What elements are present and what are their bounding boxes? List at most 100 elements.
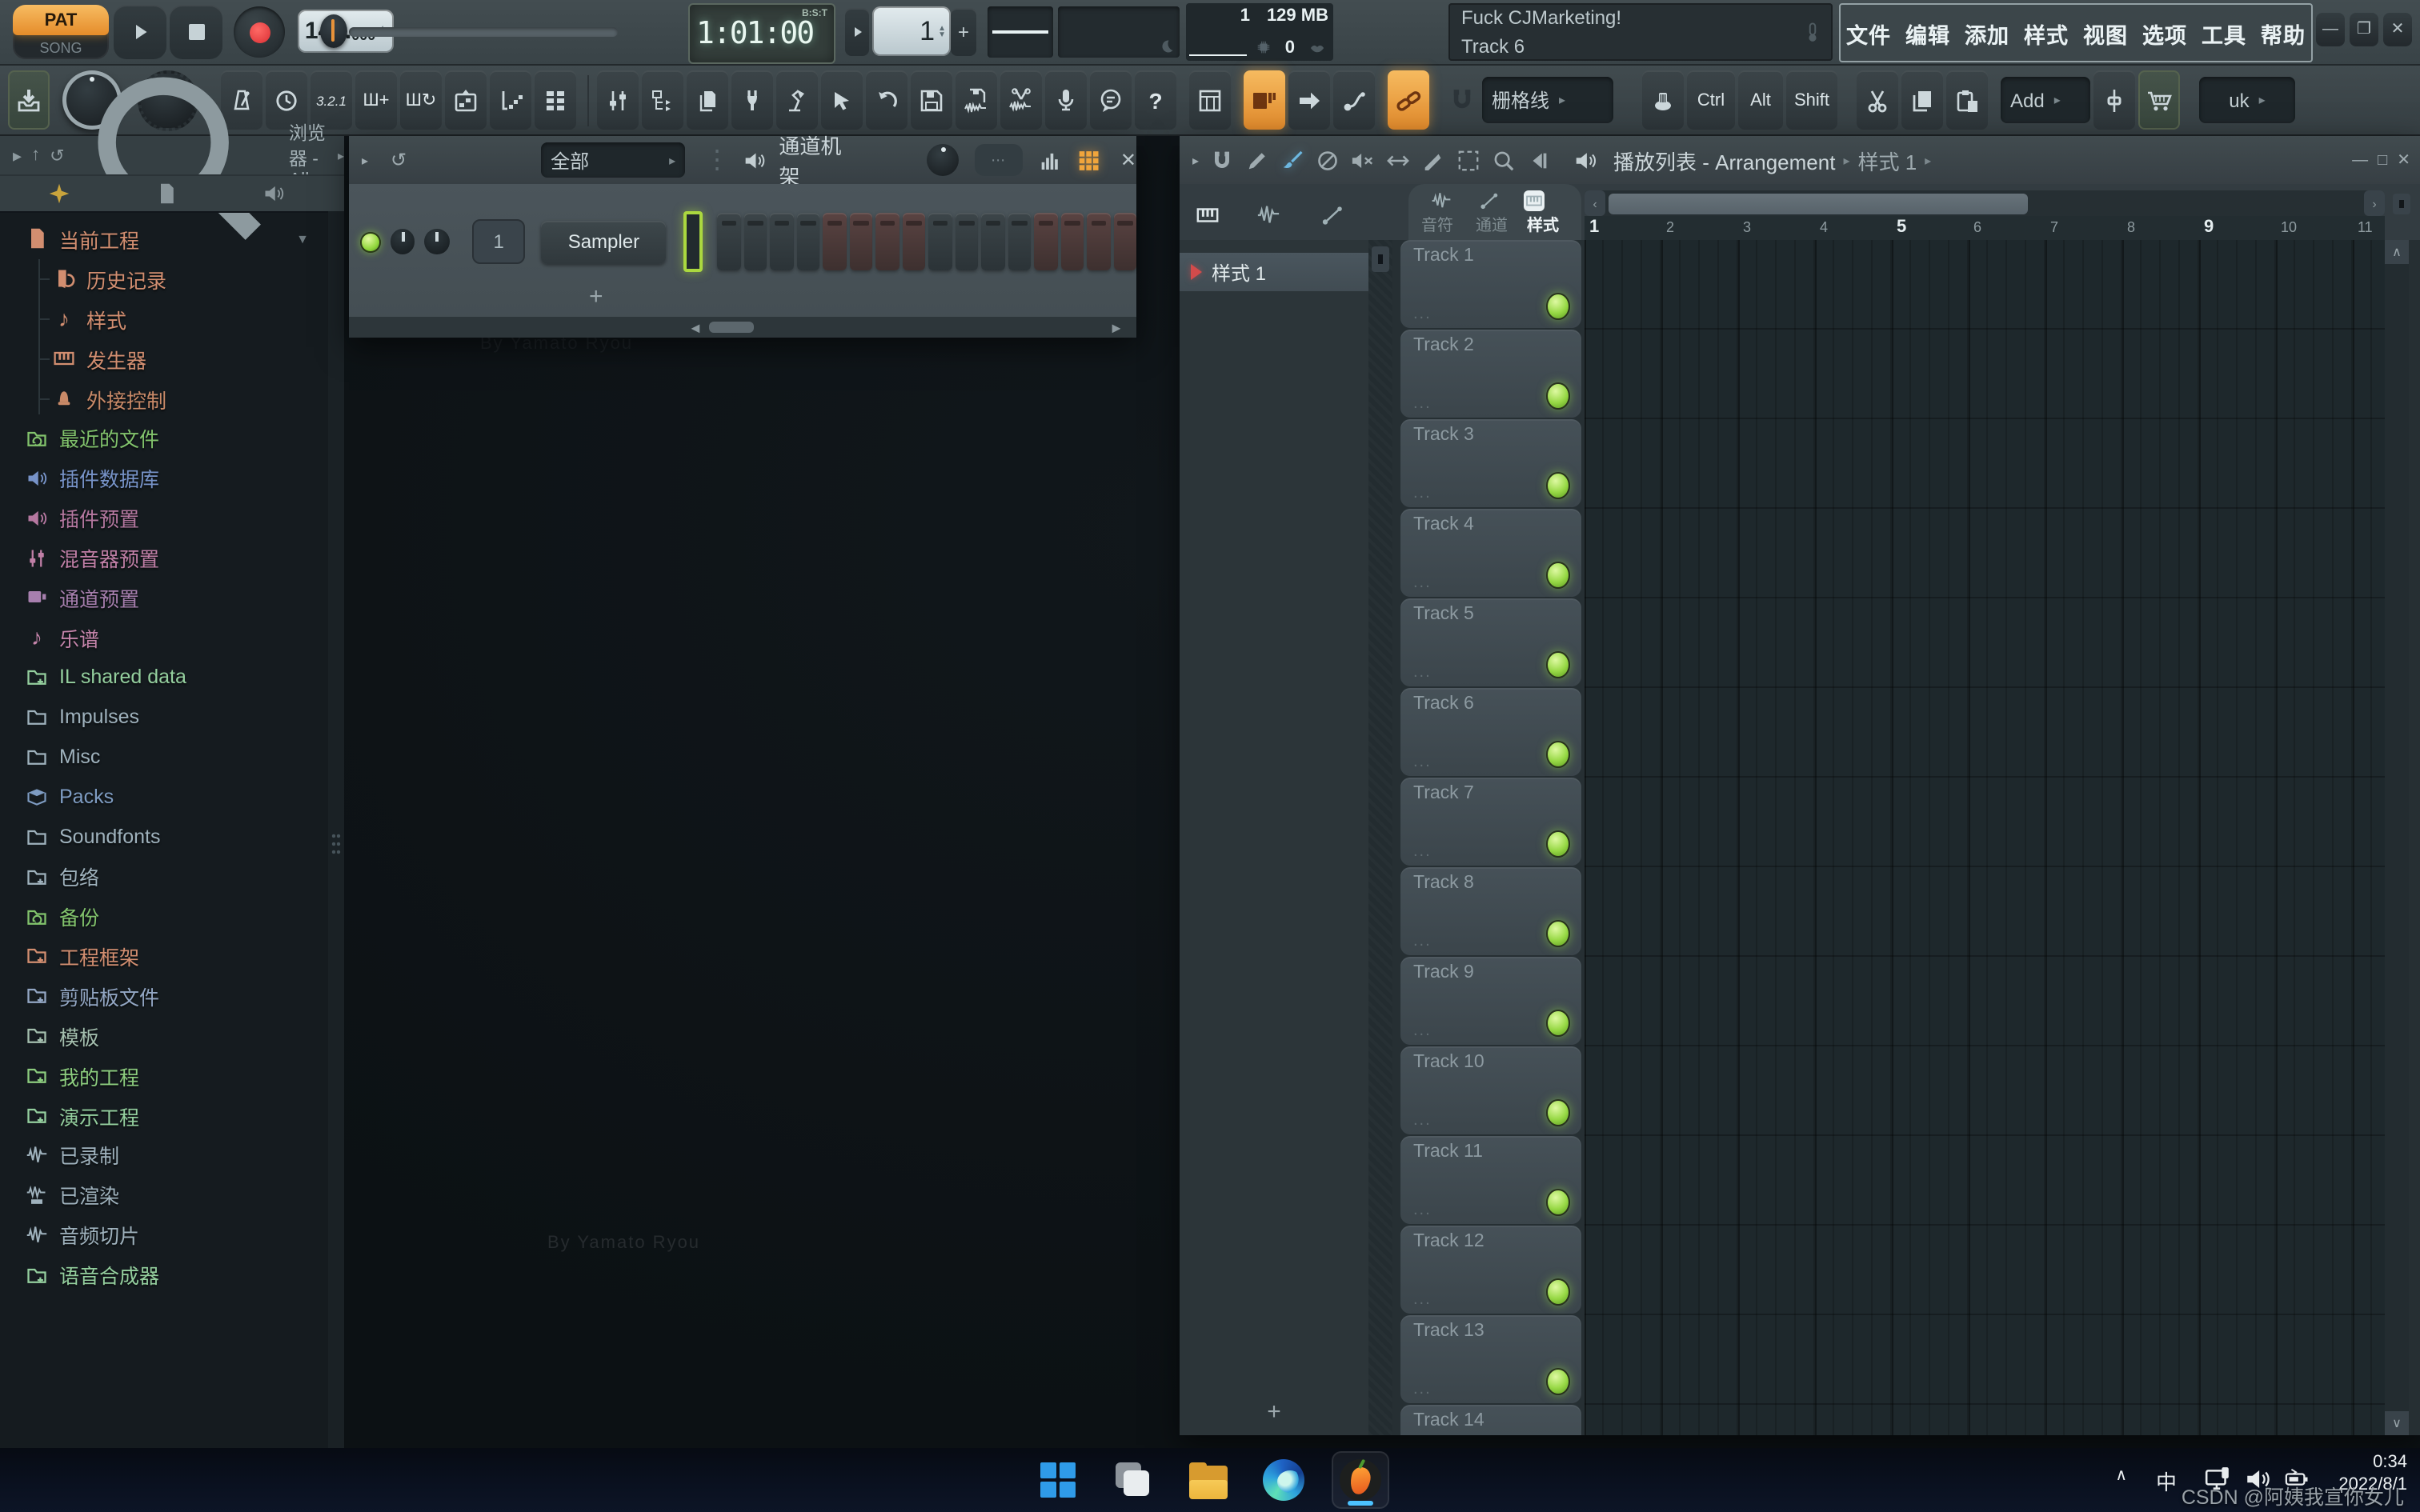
track-options[interactable]: ... xyxy=(1413,394,1432,412)
track-row-1[interactable]: Track 1... xyxy=(1400,240,1581,327)
playlist-vertical-scrollbar[interactable]: ∧ ∨ xyxy=(2385,240,2409,1435)
browser-item-9[interactable]: 混音器预置 xyxy=(0,538,328,578)
record-to-disk-button[interactable] xyxy=(8,70,50,130)
help-button[interactable]: ? xyxy=(1135,70,1176,130)
play-button[interactable] xyxy=(114,5,166,59)
track-options[interactable]: ... xyxy=(1413,1380,1432,1398)
track-row-3[interactable]: Track 3... xyxy=(1400,419,1581,506)
track-row-9[interactable]: Track 9... xyxy=(1400,957,1581,1044)
expanded-caret-icon[interactable]: ▼ xyxy=(296,232,309,246)
rack-swing-selector[interactable]: ⋯ xyxy=(976,144,1023,176)
typing-to-piano-button[interactable]: Ш+ xyxy=(355,70,397,130)
shift-key-button[interactable]: Shift xyxy=(1786,70,1837,130)
track-name[interactable]: Track 7 xyxy=(1413,784,1474,803)
track-name[interactable]: Track 4 xyxy=(1413,515,1474,534)
taskbar-clock[interactable]: 0:34 xyxy=(2373,1453,2407,1474)
ctrl-key-button[interactable]: Ctrl xyxy=(1687,70,1735,130)
playlist-grid[interactable] xyxy=(1585,240,2385,1435)
add-channel-button[interactable]: + xyxy=(589,283,603,310)
time-mode-label[interactable]: B:S:T xyxy=(802,10,827,19)
track-options[interactable]: ... xyxy=(1413,842,1432,860)
rack-swing-knob[interactable] xyxy=(928,144,960,176)
track-name[interactable]: Track 1 xyxy=(1413,246,1474,266)
browser-up-icon[interactable]: ↑ xyxy=(31,146,40,165)
browser-item-15[interactable]: Packs xyxy=(0,777,328,817)
track-name[interactable]: Track 12 xyxy=(1413,1232,1484,1251)
track-name[interactable]: Track 14 xyxy=(1413,1411,1484,1430)
playlist-minimize-icon[interactable]: — xyxy=(2352,151,2368,169)
step-button-12[interactable] xyxy=(1008,213,1031,270)
copy-button[interactable] xyxy=(1901,70,1943,130)
browser-item-26[interactable]: 音频切片 xyxy=(0,1215,328,1255)
pattern-list-item[interactable]: 样式 1 xyxy=(1180,253,1368,291)
track-options[interactable]: ... xyxy=(1413,1201,1432,1218)
channel-row-sampler[interactable]: 1 Sampler xyxy=(349,210,1136,274)
browser-item-12[interactable]: IL shared data xyxy=(0,658,328,698)
track-enable-led[interactable] xyxy=(1546,1278,1570,1305)
step-button-15[interactable] xyxy=(1087,213,1110,270)
track-row-13[interactable]: Track 13... xyxy=(1400,1315,1581,1402)
track-row-10[interactable]: Track 10... xyxy=(1400,1046,1581,1134)
step-button-16[interactable] xyxy=(1113,213,1136,270)
track-row-14[interactable]: Track 14... xyxy=(1400,1405,1581,1435)
track-name[interactable]: Track 3 xyxy=(1413,426,1474,445)
step-button-7[interactable] xyxy=(875,213,899,270)
tab-channel-label[interactable]: 通道 xyxy=(1476,211,1508,235)
browser-item-7[interactable]: 插件数据库 xyxy=(0,458,328,498)
browser-item-2[interactable]: 历史记录 xyxy=(0,259,328,299)
browser-item-23[interactable]: 演示工程 xyxy=(0,1095,328,1135)
browser-item-17[interactable]: 包络 xyxy=(0,857,328,897)
channel-rack-window-button[interactable] xyxy=(1244,70,1285,130)
one-click-recording-button[interactable] xyxy=(776,70,818,130)
track-enable-led[interactable] xyxy=(1546,830,1570,857)
slice-tool-icon[interactable] xyxy=(1421,148,1445,172)
browser-scrollbar[interactable] xyxy=(328,211,344,1448)
track-name[interactable]: Track 6 xyxy=(1413,694,1474,714)
stop-button[interactable] xyxy=(170,5,222,59)
undo-button[interactable] xyxy=(866,70,908,130)
browser-item-25[interactable]: 已渲染 xyxy=(0,1175,328,1215)
track-enable-led[interactable] xyxy=(1546,561,1570,588)
channel-volume-knob[interactable] xyxy=(425,229,450,254)
task-view-button[interactable] xyxy=(1106,1453,1160,1507)
track-row-4[interactable]: Track 4... xyxy=(1400,509,1581,596)
pitch-slider-knob[interactable] xyxy=(320,14,347,48)
fl-studio-taskbar-button[interactable] xyxy=(1332,1451,1389,1509)
slide-notes-button[interactable] xyxy=(1333,70,1375,130)
next-window-button[interactable] xyxy=(1288,70,1330,130)
channel-rack-header[interactable]: ▸ ↺ 全部▸ ⋮ 通道机架 ⋯ ✕ xyxy=(349,136,1136,184)
browser-item-4[interactable]: 发生器 xyxy=(0,338,328,378)
menu-item-5[interactable]: 视图 xyxy=(2083,17,2128,49)
snap-grid-dropdown[interactable]: 栅格线▸ xyxy=(1482,77,1613,123)
pat-song-toggle[interactable]: PAT SONG xyxy=(13,5,109,59)
track-enable-led[interactable] xyxy=(1546,1367,1570,1394)
track-enable-led[interactable] xyxy=(1546,919,1570,946)
channel-select-strip[interactable] xyxy=(683,211,703,272)
tab-sounds-icon[interactable] xyxy=(262,182,285,205)
select-tool-icon[interactable] xyxy=(1456,148,1480,172)
oscilloscope-panel[interactable] xyxy=(1058,6,1180,58)
multilink-controllers-button[interactable] xyxy=(535,70,576,130)
record-button[interactable] xyxy=(234,6,285,58)
menu-item-7[interactable]: 工具 xyxy=(2202,17,2246,49)
track-options[interactable]: ... xyxy=(1413,574,1432,591)
track-row-7[interactable]: Track 7... xyxy=(1400,778,1581,865)
step-button-5[interactable] xyxy=(823,213,846,270)
track-row-11[interactable]: Track 11... xyxy=(1400,1136,1581,1223)
output-monitor-panel[interactable] xyxy=(988,6,1053,58)
menu-item-4[interactable]: 样式 xyxy=(2024,17,2069,49)
export-wave-button[interactable] xyxy=(956,70,997,130)
browser-item-20[interactable]: 剪贴板文件 xyxy=(0,976,328,1016)
menu-item-6[interactable]: 选项 xyxy=(2142,17,2187,49)
playlist-menu-icon[interactable]: ▸ xyxy=(1192,153,1199,167)
browser-item-1[interactable]: 当前工程▼ xyxy=(0,219,328,259)
rack-menu-icon[interactable]: ▸ xyxy=(362,153,368,167)
track-name[interactable]: Track 2 xyxy=(1413,336,1474,355)
channel-rack-title[interactable]: 通道机架 xyxy=(779,130,859,190)
track-enable-led[interactable] xyxy=(1546,650,1570,678)
link-windows-button[interactable] xyxy=(1388,70,1429,130)
timeline-scroll-handle[interactable] xyxy=(1609,193,2028,214)
typing-keyboard-piano-button[interactable] xyxy=(1642,70,1684,130)
window-close-button[interactable]: ✕ xyxy=(2383,13,2412,46)
mixer-button[interactable] xyxy=(597,70,639,130)
